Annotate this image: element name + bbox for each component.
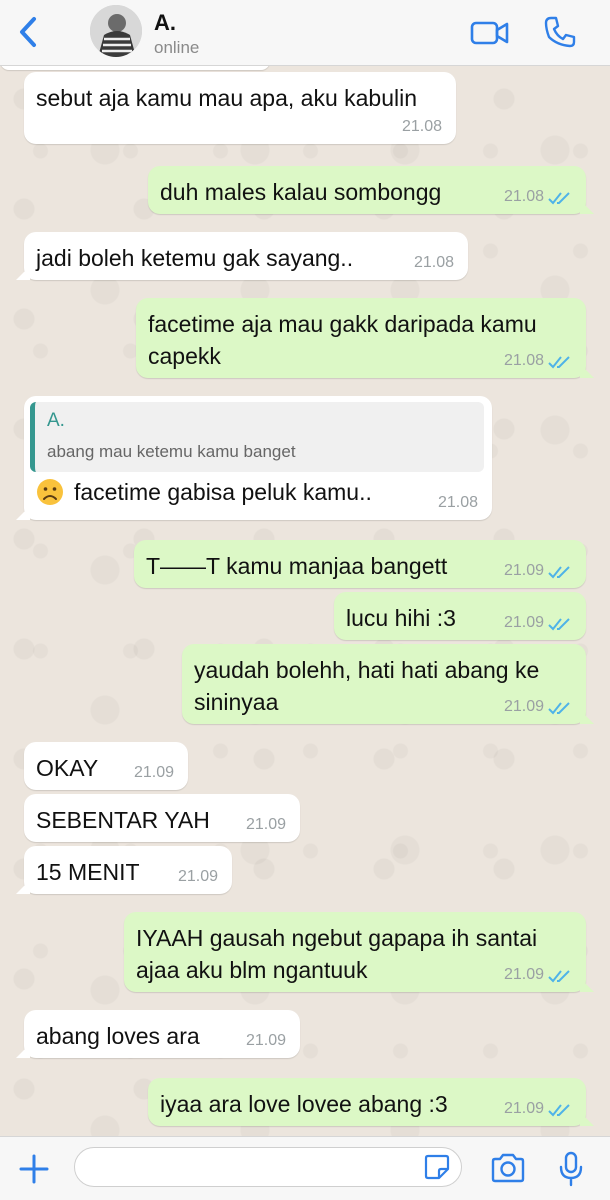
message-line: facetime aja mau gakk daripada kamu [148, 311, 537, 337]
message-time: 21.09 [503, 966, 544, 983]
contact-name[interactable]: A. [154, 10, 176, 36]
bubble-tail [580, 978, 594, 992]
message-bubble[interactable] [0, 66, 270, 70]
bubble-tail [16, 266, 30, 280]
message-bubble[interactable]: duh males kalau sombongg 21.08 [148, 166, 594, 214]
message-bubble[interactable]: IYAAH gausah ngebut gapapa ih santai aja… [124, 912, 594, 992]
chevron-left-icon[interactable] [14, 14, 44, 50]
message-text: abang loves ara [36, 1023, 200, 1049]
bubble-tail [580, 1112, 594, 1126]
message-bubble[interactable]: yaudah bolehh, hati hati abang ke sininy… [182, 644, 594, 724]
message-text: duh males kalau sombongg [160, 179, 442, 205]
microphone-icon[interactable] [558, 1151, 584, 1187]
message-text: facetime aja mau gakk daripada kamu cape… [148, 308, 537, 372]
message-time: 21.09 [177, 868, 218, 885]
message-bubble[interactable]: SEBENTAR YAH 21.09 [24, 794, 300, 842]
contact-status: online [154, 38, 200, 57]
read-ticks-icon [548, 618, 570, 631]
message-text: IYAAH gausah ngebut gapapa ih santai aja… [136, 922, 537, 986]
phone-icon[interactable] [543, 15, 577, 49]
message-text: OKAY [36, 755, 99, 781]
camera-icon[interactable] [490, 1153, 526, 1183]
message-text: facetime gabisa peluk kamu.. [74, 479, 372, 505]
message-time: 21.09 [503, 1100, 544, 1117]
message-bubble[interactable]: T——T kamu manjaa bangett 21.09 [134, 540, 586, 588]
message-time: 21.09 [133, 764, 174, 781]
bubble-tail [580, 364, 594, 378]
message-time: 21.09 [245, 1032, 286, 1049]
message-bubble[interactable]: iyaa ara love lovee abang :3 21.09 [148, 1078, 594, 1126]
message-text: jadi boleh ketemu gak sayang.. [36, 245, 354, 271]
bubble-tail [580, 710, 594, 724]
message-time: 21.08 [437, 494, 478, 511]
message-text: lucu hihi :3 [346, 605, 456, 631]
chat-header: A. online [0, 0, 610, 66]
chat-area[interactable]: sebut aja kamu mau apa, aku kabulin 21.0… [0, 66, 610, 1136]
sticker-icon[interactable] [424, 1154, 450, 1180]
read-ticks-icon [548, 566, 570, 579]
message-input-bar [0, 1136, 610, 1200]
message-line: sininyaa [194, 689, 279, 715]
message-bubble[interactable]: lucu hihi :3 21.09 [334, 592, 586, 640]
message-time: 21.09 [245, 816, 286, 833]
message-time: 21.08 [401, 118, 442, 135]
message-bubble[interactable]: 15 MENIT 21.09 [16, 846, 232, 894]
read-ticks-icon [548, 702, 570, 715]
message-bubble-reply[interactable]: A. abang mau ketemu kamu banget facetime… [16, 396, 492, 520]
message-text: 15 MENIT [36, 859, 140, 885]
bubble-tail [16, 1044, 30, 1058]
avatar[interactable] [90, 5, 142, 57]
message-input[interactable] [74, 1147, 462, 1187]
message-bubble[interactable]: facetime aja mau gakk daripada kamu cape… [136, 298, 594, 378]
message-line: capekk [148, 343, 221, 369]
read-ticks-icon [548, 970, 570, 983]
message-text: sebut aja kamu mau apa, aku kabulin [36, 85, 418, 111]
message-time: 21.08 [413, 254, 454, 271]
bubble-tail [16, 506, 30, 520]
message-line: IYAAH gausah ngebut gapapa ih santai [136, 925, 538, 951]
video-camera-icon[interactable] [470, 17, 510, 49]
read-ticks-icon [548, 1104, 570, 1117]
message-line: yaudah bolehh, hati hati abang ke [194, 657, 540, 683]
bubble-tail [580, 200, 594, 214]
frowning-face-icon [37, 479, 63, 505]
message-text: yaudah bolehh, hati hati abang ke sininy… [194, 654, 539, 718]
message-bubble[interactable]: abang loves ara 21.09 [16, 1010, 300, 1058]
message-bubble[interactable]: jadi boleh ketemu gak sayang.. 21.08 [16, 232, 468, 280]
avatar-photo [90, 5, 142, 57]
message-bubble[interactable]: sebut aja kamu mau apa, aku kabulin 21.0… [24, 72, 456, 144]
read-ticks-icon [548, 356, 570, 369]
quoted-message[interactable]: A. abang mau ketemu kamu banget [30, 402, 484, 472]
message-time: 21.09 [503, 614, 544, 631]
quoted-author: A. [47, 410, 65, 431]
message-time: 21.09 [503, 698, 544, 715]
plus-icon[interactable] [18, 1153, 50, 1185]
read-ticks-icon [548, 192, 570, 205]
message-text: iyaa ara love lovee abang :3 [160, 1091, 448, 1117]
message-time: 21.08 [503, 188, 544, 205]
message-text: SEBENTAR YAH [36, 807, 210, 833]
quoted-text: abang mau ketemu kamu banget [47, 442, 296, 461]
bubble-tail [16, 880, 30, 894]
message-line: ajaa aku blm ngantuuk [136, 957, 368, 983]
message-time: 21.08 [503, 352, 544, 369]
message-bubble[interactable]: OKAY 21.09 [24, 742, 188, 790]
message-text: T——T kamu manjaa bangett [146, 553, 448, 579]
message-time: 21.09 [503, 562, 544, 579]
